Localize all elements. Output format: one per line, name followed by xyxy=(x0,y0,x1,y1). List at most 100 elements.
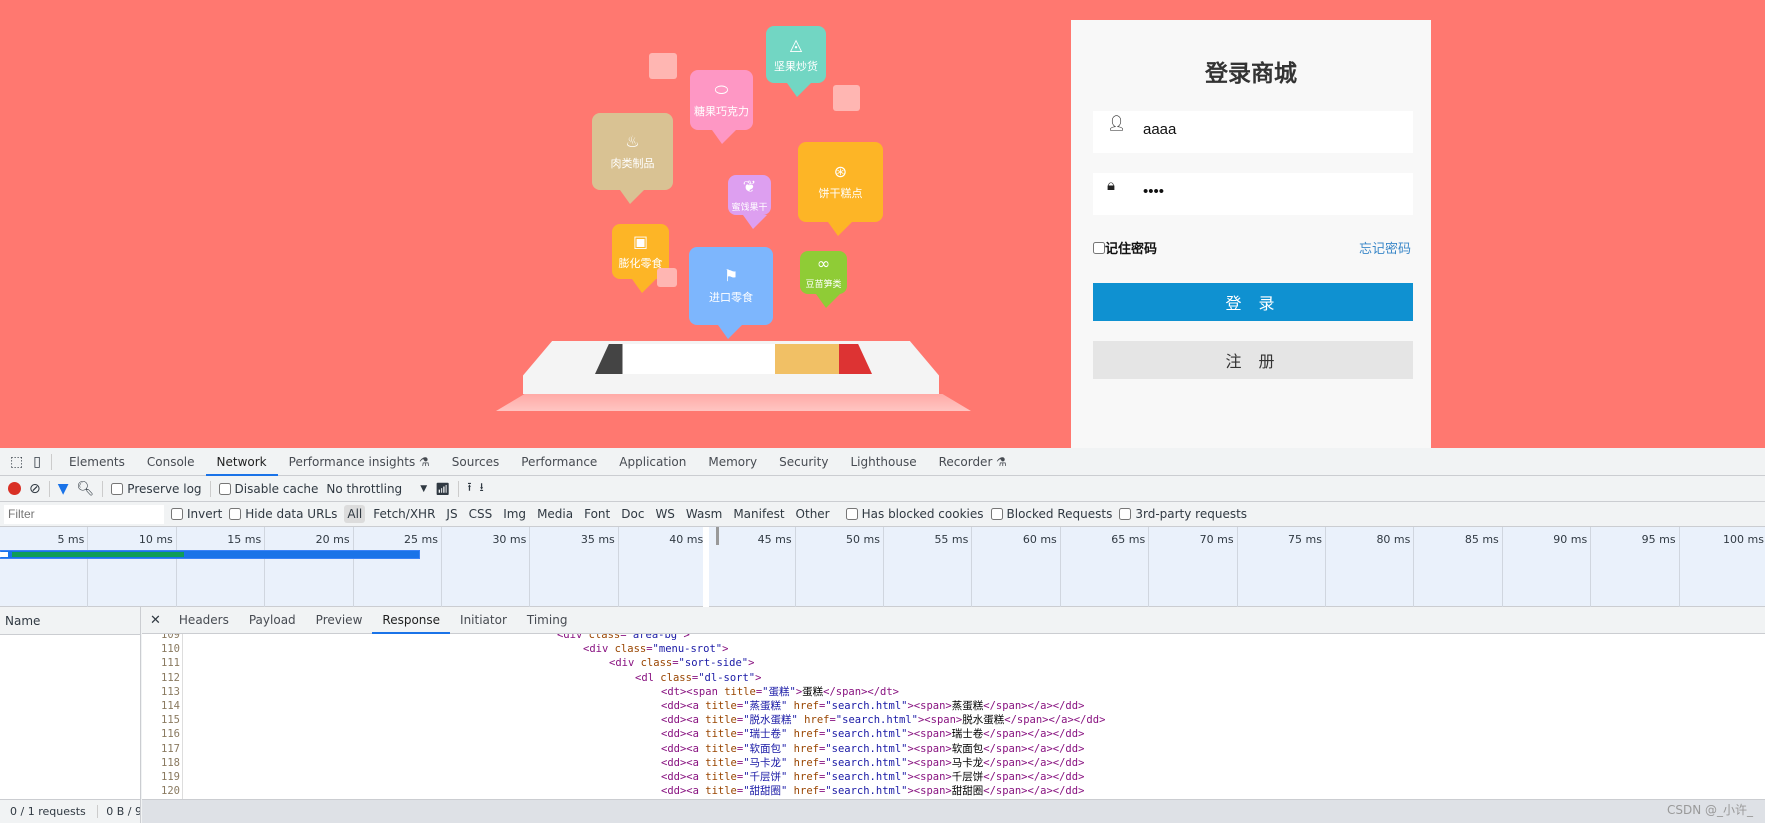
code-token: "search.html" xyxy=(825,771,908,783)
filter-type-js[interactable]: JS xyxy=(443,505,460,523)
line-number: 114 xyxy=(161,700,180,712)
tab-sources[interactable]: Sources xyxy=(441,448,510,476)
third-party-input[interactable] xyxy=(1119,508,1132,520)
detail-tab-headers[interactable]: Headers xyxy=(169,607,239,634)
throttling-select[interactable]: No throttling xyxy=(326,482,402,496)
filter-type-media[interactable]: Media xyxy=(534,505,576,523)
has-blocked-cookies-checkbox[interactable]: Has blocked cookies xyxy=(845,507,984,521)
filter-input[interactable] xyxy=(4,504,164,524)
tab-security[interactable]: Security xyxy=(768,448,839,476)
tab-application[interactable]: Application xyxy=(608,448,697,476)
line-number: 111 xyxy=(161,657,180,670)
export-har-icon[interactable]: ⭳ xyxy=(480,478,484,499)
network-overview-timeline[interactable]: 100 ms 95 ms 90 ms 85 ms 80 ms 75 ms 70 ms 65 m… xyxy=(0,527,1765,607)
timeline-tick: 70 ms xyxy=(1149,527,1238,607)
search-icon[interactable]: 🔍︎ xyxy=(77,481,95,497)
code-token: </span></a></dd> xyxy=(983,700,1085,712)
category-bubble[interactable]: ❦ 蜜饯果干 xyxy=(728,175,771,229)
blocked-requests-input[interactable] xyxy=(990,508,1003,520)
filter-type-wasm[interactable]: Wasm xyxy=(683,505,725,523)
detail-tab-timing[interactable]: Timing xyxy=(517,607,578,634)
timeline-handle-right[interactable] xyxy=(716,527,719,545)
tab-recorder[interactable]: Recorder ⚗ xyxy=(928,448,1018,476)
username-field[interactable]: 👤︎ xyxy=(1093,111,1413,153)
chevron-down-icon[interactable]: ▼ xyxy=(420,484,427,494)
timeline-handle-left[interactable] xyxy=(703,527,709,607)
tab-performance[interactable]: Performance insights ⚗ xyxy=(278,448,441,476)
code-token: class xyxy=(640,657,673,670)
device-toolbar-icon[interactable]: ▯ xyxy=(29,454,51,470)
register-button[interactable]: 注 册 xyxy=(1093,341,1413,379)
clear-icon[interactable]: ⊘ xyxy=(29,481,41,497)
tab-elements[interactable]: Elements xyxy=(58,448,136,476)
code-token: "sort-side" xyxy=(678,657,749,670)
close-icon[interactable]: ✕ xyxy=(142,613,169,628)
code-line: <div class="menu-srot"> xyxy=(583,642,728,656)
network-conditions-icon[interactable]: 📶︎ xyxy=(435,482,450,496)
import-har-icon[interactable]: ⭱ xyxy=(467,478,471,499)
filter-type-css[interactable]: CSS xyxy=(466,505,496,523)
filter-type-doc[interactable]: Doc xyxy=(618,505,647,523)
filter-type-fetch-xhr[interactable]: Fetch/XHR xyxy=(370,505,438,523)
tab-memory[interactable]: Memory xyxy=(697,448,768,476)
disable-cache-checkbox[interactable]: Disable cache xyxy=(218,482,318,496)
filter-icon[interactable]: ▼ xyxy=(58,481,69,497)
remember-checkbox[interactable] xyxy=(1093,241,1105,254)
response-code-view[interactable]: 109 <div class="area-bg"> 110 <div class="m… xyxy=(142,634,1765,799)
detail-tab-payload[interactable]: Payload xyxy=(239,607,306,634)
code-line: <div class="sort-side"> xyxy=(609,656,754,670)
tab-lighthouse[interactable]: Lighthouse xyxy=(839,448,927,476)
code-token: "area-bg" xyxy=(626,634,684,641)
filter-type-other[interactable]: Other xyxy=(793,505,833,523)
remember-password[interactable]: 记住密码 xyxy=(1093,238,1157,257)
record-icon[interactable] xyxy=(8,482,21,495)
inspect-element-icon[interactable]: ⬚ xyxy=(0,454,29,470)
password-input[interactable] xyxy=(1143,183,1403,200)
detail-tab-preview[interactable]: Preview xyxy=(306,607,373,634)
name-column-header[interactable]: Name xyxy=(0,607,140,635)
hide-data-urls-input[interactable] xyxy=(229,508,242,520)
forgot-password-link[interactable]: 忘记密码 xyxy=(1359,238,1411,257)
has-blocked-cookies-input[interactable] xyxy=(845,508,858,520)
preserve-log-checkbox[interactable]: Preserve log xyxy=(111,481,202,496)
category-bubble[interactable]: ⊛ 饼干糕点 xyxy=(798,142,883,236)
category-bubble[interactable]: ⬭ 糖果巧克力 xyxy=(690,70,753,144)
login-button[interactable]: 登 录 xyxy=(1093,283,1413,321)
filter-type-ws[interactable]: WS xyxy=(652,505,677,523)
tab-network[interactable]: Network xyxy=(205,448,278,476)
third-party-checkbox[interactable]: 3rd-party requests xyxy=(1119,507,1247,521)
invert-input[interactable] xyxy=(171,508,183,520)
code-token: 瑞士卷 xyxy=(951,728,984,741)
preserve-log-input[interactable] xyxy=(111,482,124,495)
request-count: 0 / 1 requests xyxy=(10,805,86,818)
category-bubble[interactable]: ⚑ 进口零食 xyxy=(689,247,773,339)
detail-tab-response[interactable]: Response xyxy=(372,607,451,634)
divider xyxy=(50,453,52,470)
tab-performance[interactable]: Performance xyxy=(510,448,608,476)
disable-cache-input[interactable] xyxy=(218,482,231,495)
filter-type-img[interactable]: Img xyxy=(500,505,529,523)
code-line: <dd><a title="瑞士卷" href="search.html"><s… xyxy=(661,727,1084,741)
filter-type-font[interactable]: Font xyxy=(581,505,613,523)
code-token: "脱水蛋糕" xyxy=(743,714,805,727)
preserve-log-label: Preserve log xyxy=(127,481,202,496)
login-panel: 登录商城 👤︎ 🔒︎ 记住密码 忘记密码 登 录 注 册 xyxy=(1071,20,1431,448)
invert-checkbox[interactable]: Invert xyxy=(171,507,222,521)
filter-type-all[interactable]: All xyxy=(344,505,366,523)
code-token: <div xyxy=(583,643,615,656)
code-token: "search.html" xyxy=(835,714,918,727)
tab-console[interactable]: Console xyxy=(136,448,206,476)
code-token: href xyxy=(793,756,819,769)
hide-data-urls-checkbox[interactable]: Hide data URLs xyxy=(229,507,337,521)
blocked-requests-checkbox[interactable]: Blocked Requests xyxy=(990,507,1112,521)
category-bubble[interactable]: ∞ 豆苗笋类 xyxy=(800,251,847,308)
password-field[interactable]: 🔒︎ xyxy=(1093,173,1413,215)
timeline-tick: 95 ms xyxy=(1591,527,1680,607)
username-input[interactable] xyxy=(1143,121,1403,138)
category-bubble[interactable]: ♨ 肉类制品 xyxy=(592,113,673,204)
category-bubble[interactable]: ◬ 坚果炒货 xyxy=(766,26,826,97)
code-token: </span></dt> xyxy=(823,685,899,698)
filter-type-manifest[interactable]: Manifest xyxy=(730,505,787,523)
detail-tab-initiator[interactable]: Initiator xyxy=(450,607,517,634)
login-title: 登录商城 xyxy=(1205,61,1297,87)
